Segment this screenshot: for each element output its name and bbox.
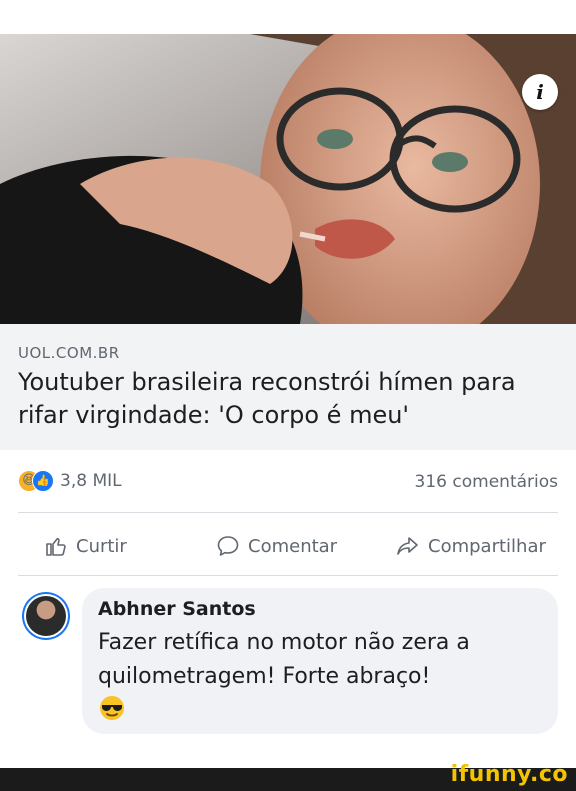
action-bar: Curtir Comentar Compartilhar [0,522,576,570]
speech-bubble-icon [217,536,239,556]
avatar[interactable] [22,592,70,640]
thumbs-up-icon [46,537,66,556]
divider [18,512,558,513]
comment-label: Comentar [248,535,338,557]
share-arrow-icon [397,537,418,555]
like-label: Curtir [76,535,127,557]
like-reaction-icon: 👍 [32,470,54,492]
comment-text-block: Fazer retífica no motor não zera a quilo… [98,626,542,733]
article-thumbnail[interactable]: i [0,34,576,324]
comment-button[interactable]: Comentar [216,534,337,558]
like-button[interactable]: Curtir [44,534,127,558]
info-icon[interactable]: i [522,74,558,110]
reaction-summary[interactable]: 😆 👍 3,8 MIL [18,470,122,492]
reaction-icons: 😆 👍 [18,470,54,492]
comment-bubble: Abhner Santos Fazer retífica no motor nã… [82,588,558,734]
watermark-logo: ifunny.co [450,762,568,787]
top-margin [0,0,576,34]
share-label: Compartilhar [428,535,546,557]
reaction-count: 3,8 MIL [60,471,122,491]
link-source: UOL.COM.BR [18,344,120,362]
thumbnail-illustration [0,34,576,324]
share-button[interactable]: Compartilhar [396,534,546,558]
divider [18,575,558,576]
comments-count[interactable]: 316 comentários [415,472,558,492]
link-headline[interactable]: Youtuber brasileira reconstrói hímen par… [18,366,558,432]
comment-text: Fazer retífica no motor não zera a quilo… [98,630,470,689]
avatar-frame [24,594,68,638]
avatar-image [26,596,66,636]
sunglasses-emoji [100,696,124,720]
comment-author[interactable]: Abhner Santos [98,598,542,620]
